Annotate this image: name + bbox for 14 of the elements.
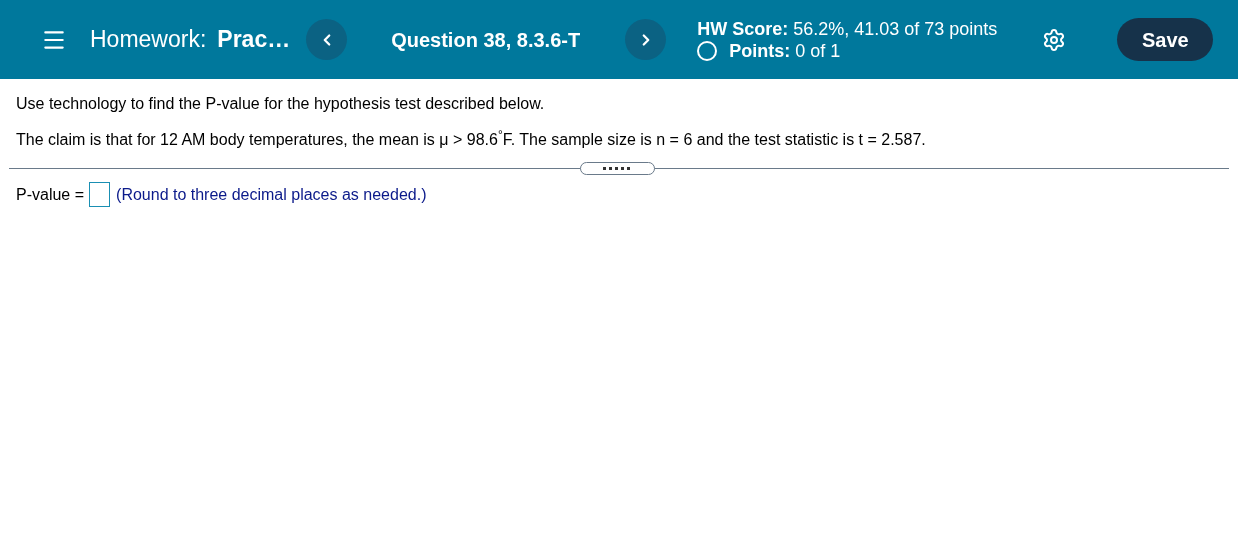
answer-field[interactable] [89,182,111,207]
points: Points: 0 of 1 [729,39,841,62]
resize-handle[interactable] [580,162,655,175]
assignment-name: Prac… [217,25,291,55]
claim-text: The claim is that for 12 AM body temperatures, the mean is μ > 98.6$^{°}$F. The sample size is n = 6 and the test statistic is t = 2.587. [16,128,927,150]
save-button[interactable]: Save [1117,18,1214,61]
rounding-hint: (Round to three decimal places as needed.) [116,184,427,205]
hw-score: HW Score: 56.2%, 41.03 of 73 points [697,17,998,40]
p-value-label: P-value = [16,184,85,205]
instruction-text: Use technology to find the P-value for the hypothesis test described below. [16,94,546,114]
dots-icon [602,167,633,170]
question-title: Question 38, 8.3.6-T [391,27,582,53]
assignment-label: Homework: [90,25,207,55]
settings-icon [1042,27,1067,52]
